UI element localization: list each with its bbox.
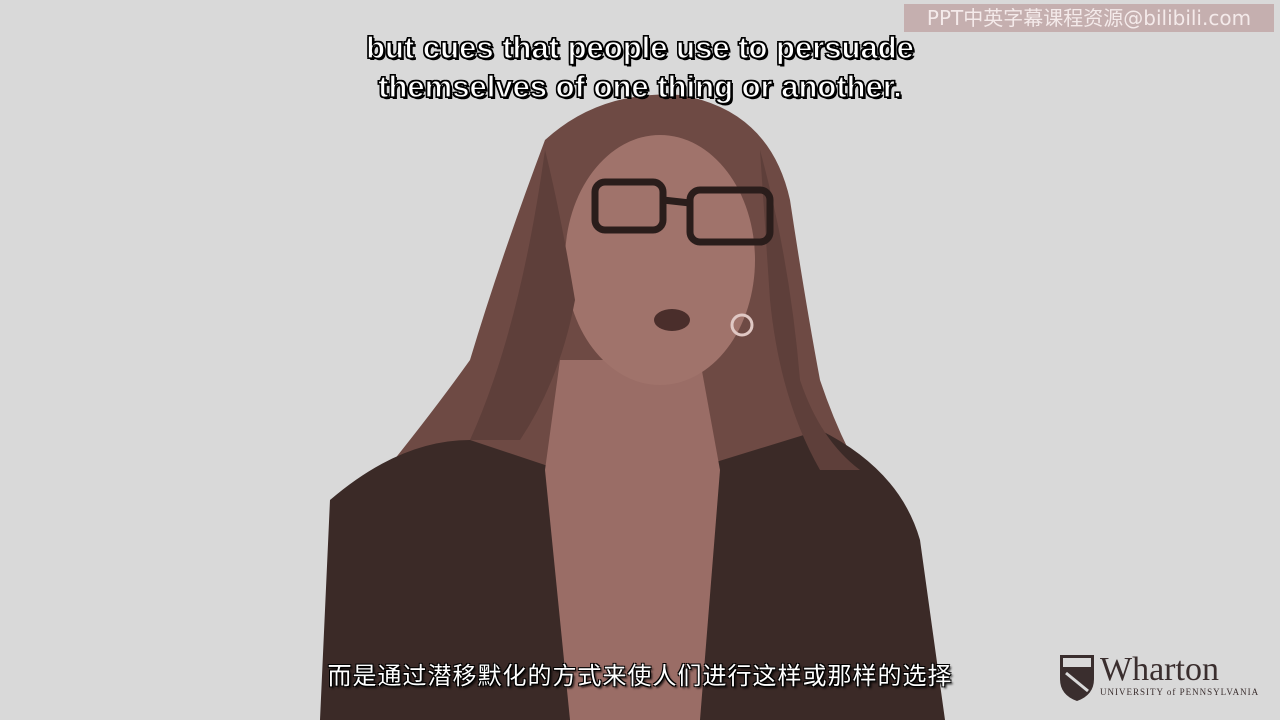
wharton-logo: Wharton UNIVERSITY of PENNSYLVANIA xyxy=(1060,652,1265,698)
channel-watermark: PPT中英字幕课程资源@bilibili.com xyxy=(904,4,1274,32)
video-frame xyxy=(0,0,1280,720)
subtitle-english-line-1: but cues that people use to persuade xyxy=(366,29,915,65)
face xyxy=(565,135,755,385)
logo-wordmark: Wharton xyxy=(1100,651,1219,688)
subtitle-english-line-2: themselves of one thing or another. xyxy=(378,68,903,104)
mouth xyxy=(654,309,690,331)
logo-tagline: UNIVERSITY of PENNSYLVANIA xyxy=(1100,687,1260,697)
